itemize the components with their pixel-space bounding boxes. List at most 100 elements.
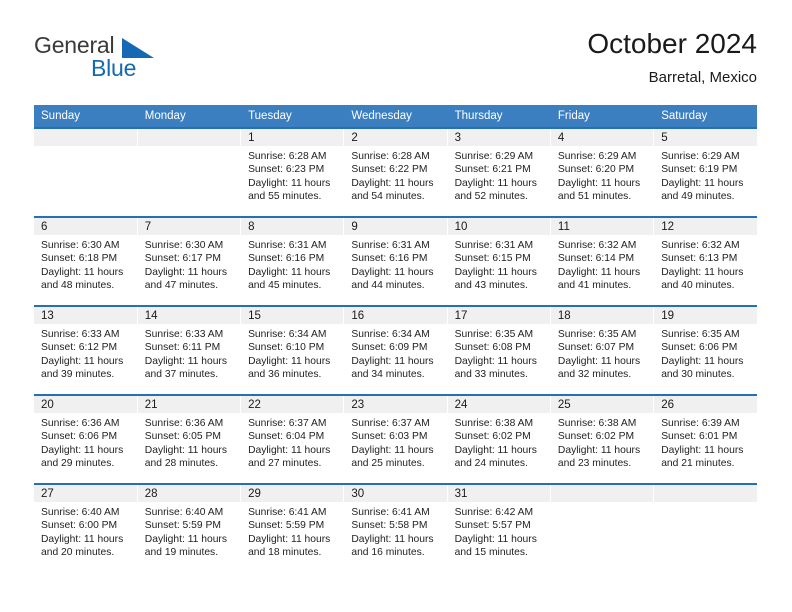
calendar-day-cell[interactable]: 24 Sunrise: 6:38 AM Sunset: 6:02 PM Dayligh… <box>447 394 551 484</box>
sunset-text: Sunset: 6:06 PM <box>661 342 738 354</box>
sunrise-text: Sunrise: 6:37 AM <box>351 418 430 429</box>
calendar-day-cell[interactable]: 27 Sunrise: 6:40 AM Sunset: 6:00 PM Dayligh… <box>34 483 138 573</box>
sunset-text: Sunset: 6:15 PM <box>454 253 531 265</box>
daylight-text-line1: Daylight: 11 hours <box>661 444 744 456</box>
calendar-day-cell[interactable]: 17 Sunrise: 6:35 AM Sunset: 6:08 PM Dayligh… <box>447 305 551 395</box>
day-number: 2 <box>344 129 447 146</box>
calendar-day-cell[interactable]: 10 Sunrise: 6:31 AM Sunset: 6:15 PM Dayligh… <box>447 216 551 306</box>
day-number: 25 <box>550 396 654 413</box>
calendar-day-cell[interactable]: 16 Sunrise: 6:34 AM Sunset: 6:09 PM Dayligh… <box>343 305 448 395</box>
day-number: 23 <box>344 396 447 413</box>
day-details: Sunrise: 6:30 AM Sunset: 6:18 PM Daylight:… <box>34 235 137 293</box>
calendar-day-cell[interactable]: 8 Sunrise: 6:31 AM Sunset: 6:16 PM Daylight… <box>240 216 345 306</box>
day-details: Sunrise: 6:41 AM Sunset: 5:59 PM Daylight:… <box>241 502 343 560</box>
day-number: 17 <box>447 307 550 324</box>
calendar-week-row: 27 Sunrise: 6:40 AM Sunset: 6:00 PM Dayligh… <box>34 483 757 573</box>
day-details: Sunrise: 6:32 AM Sunset: 6:13 PM Daylight:… <box>654 235 757 293</box>
daylight-text-line1: Daylight: 11 hours <box>144 266 228 278</box>
day-number: 19 <box>654 307 757 324</box>
calendar-day-cell[interactable]: 18 Sunrise: 6:35 AM Sunset: 6:07 PM Dayligh… <box>550 305 655 395</box>
calendar-day-cell[interactable]: 9 Sunrise: 6:31 AM Sunset: 6:16 PM Daylight… <box>343 216 448 306</box>
day-details: Sunrise: 6:28 AM Sunset: 6:22 PM Daylight:… <box>344 146 446 204</box>
calendar-day-cell[interactable]: 31 Sunrise: 6:42 AM Sunset: 5:57 PM Dayligh… <box>447 483 551 573</box>
daylight-text-line1: Daylight: 11 hours <box>454 355 537 367</box>
daylight-text-line1: Daylight: 11 hours <box>248 355 331 367</box>
daylight-text-line2: and 18 minutes. <box>248 547 322 559</box>
calendar-day-cell[interactable]: 29 Sunrise: 6:41 AM Sunset: 5:59 PM Dayligh… <box>240 483 345 573</box>
sunrise-text: Sunrise: 6:31 AM <box>248 240 327 251</box>
day-details: Sunrise: 6:34 AM Sunset: 6:10 PM Daylight:… <box>241 324 343 382</box>
sunset-text: Sunset: 5:57 PM <box>454 520 531 532</box>
day-details: Sunrise: 6:32 AM Sunset: 6:14 PM Daylight:… <box>551 235 653 293</box>
sunset-text: Sunset: 6:11 PM <box>144 342 221 354</box>
day-number: 4 <box>550 129 654 146</box>
daylight-text-line1: Daylight: 11 hours <box>454 533 537 545</box>
sunset-text: Sunset: 6:06 PM <box>41 431 118 443</box>
sunset-text: Sunset: 6:03 PM <box>351 431 428 443</box>
day-number: 6 <box>34 218 137 235</box>
calendar-day-cell[interactable]: 23 Sunrise: 6:37 AM Sunset: 6:03 PM Dayligh… <box>343 394 448 484</box>
daylight-text-line1: Daylight: 11 hours <box>351 533 434 545</box>
daylight-text-line1: Daylight: 11 hours <box>454 177 537 189</box>
calendar-day-cell[interactable]: 4 Sunrise: 6:29 AM Sunset: 6:20 PM Daylight… <box>550 127 655 217</box>
daylight-text-line1: Daylight: 11 hours <box>41 266 124 278</box>
day-number: 28 <box>137 485 241 502</box>
weekday-header-tuesday: Tuesday <box>240 105 345 128</box>
daylight-text-line1: Daylight: 11 hours <box>557 177 641 189</box>
daylight-text-line2: and 55 minutes. <box>248 191 322 203</box>
calendar-day-cell[interactable]: 2 Sunrise: 6:28 AM Sunset: 6:22 PM Daylight… <box>343 127 448 217</box>
day-number: 20 <box>34 396 137 413</box>
calendar-day-cell[interactable]: 5 Sunrise: 6:29 AM Sunset: 6:19 PM Daylight… <box>653 127 757 217</box>
day-details: Sunrise: 6:42 AM Sunset: 5:57 PM Daylight:… <box>448 502 550 560</box>
calendar-day-cell[interactable]: 21 Sunrise: 6:36 AM Sunset: 6:05 PM Dayligh… <box>137 394 242 484</box>
sunset-text: Sunset: 6:00 PM <box>41 520 118 532</box>
daylight-text-line2: and 43 minutes. <box>454 280 528 292</box>
day-details: Sunrise: 6:33 AM Sunset: 6:12 PM Daylight:… <box>34 324 137 382</box>
day-number: 31 <box>447 485 550 502</box>
calendar-day-cell[interactable]: 26 Sunrise: 6:39 AM Sunset: 6:01 PM Dayligh… <box>653 394 757 484</box>
calendar-day-cell[interactable]: 15 Sunrise: 6:34 AM Sunset: 6:10 PM Dayligh… <box>240 305 345 395</box>
sunrise-text: Sunrise: 6:31 AM <box>454 240 534 251</box>
sunrise-text: Sunrise: 6:40 AM <box>41 507 120 518</box>
day-number: 27 <box>34 485 137 502</box>
calendar-day-cell[interactable]: 30 Sunrise: 6:41 AM Sunset: 5:58 PM Dayligh… <box>343 483 448 573</box>
calendar-day-cell[interactable]: 6 Sunrise: 6:30 AM Sunset: 6:18 PM Daylight… <box>34 216 138 306</box>
sunrise-text: Sunrise: 6:41 AM <box>248 507 327 518</box>
sunrise-text: Sunrise: 6:35 AM <box>557 329 637 340</box>
calendar-table: Sunday Monday Tuesday Wednesday Thursday… <box>34 105 758 573</box>
day-number: 5 <box>654 129 757 146</box>
daylight-text-line2: and 51 minutes. <box>557 191 632 203</box>
daylight-text-line2: and 39 minutes. <box>41 369 115 381</box>
calendar-day-cell[interactable]: 20 Sunrise: 6:36 AM Sunset: 6:06 PM Dayligh… <box>34 394 138 484</box>
day-number <box>137 129 241 146</box>
sunrise-text: Sunrise: 6:32 AM <box>661 240 740 251</box>
calendar-day-cell[interactable]: 11 Sunrise: 6:32 AM Sunset: 6:14 PM Dayligh… <box>550 216 655 306</box>
calendar-day-cell[interactable]: 14 Sunrise: 6:33 AM Sunset: 6:11 PM Dayligh… <box>137 305 242 395</box>
calendar-day-cell[interactable]: 22 Sunrise: 6:37 AM Sunset: 6:04 PM Dayligh… <box>240 394 345 484</box>
day-number: 3 <box>447 129 550 146</box>
sunrise-text: Sunrise: 6:29 AM <box>661 151 740 162</box>
daylight-text-line1: Daylight: 11 hours <box>454 266 537 278</box>
day-details: Sunrise: 6:31 AM Sunset: 6:16 PM Daylight:… <box>344 235 446 293</box>
calendar-day-cell[interactable]: 1 Sunrise: 6:28 AM Sunset: 6:23 PM Daylight… <box>240 127 345 217</box>
day-details: Sunrise: 6:38 AM Sunset: 6:02 PM Daylight:… <box>551 413 653 471</box>
calendar-day-cell[interactable]: 7 Sunrise: 6:30 AM Sunset: 6:17 PM Daylight… <box>137 216 242 306</box>
sunrise-text: Sunrise: 6:34 AM <box>248 329 327 340</box>
daylight-text-line2: and 41 minutes. <box>557 280 632 292</box>
calendar-day-cell[interactable]: 13 Sunrise: 6:33 AM Sunset: 6:12 PM Dayligh… <box>34 305 138 395</box>
weekday-header-sunday: Sunday <box>34 105 138 128</box>
daylight-text-line2: and 47 minutes. <box>144 280 219 292</box>
calendar-header-row: Sunday Monday Tuesday Wednesday Thursday… <box>34 105 758 128</box>
sunset-text: Sunset: 6:14 PM <box>557 253 635 265</box>
weekday-header-friday: Friday <box>550 105 655 128</box>
calendar-day-cell[interactable]: 19 Sunrise: 6:35 AM Sunset: 6:06 PM Dayligh… <box>653 305 757 395</box>
day-details: Sunrise: 6:35 AM Sunset: 6:07 PM Daylight:… <box>551 324 653 382</box>
calendar-day-cell[interactable]: 12 Sunrise: 6:32 AM Sunset: 6:13 PM Dayligh… <box>653 216 757 306</box>
daylight-text-line2: and 54 minutes. <box>351 191 425 203</box>
calendar-day-cell[interactable]: 3 Sunrise: 6:29 AM Sunset: 6:21 PM Daylight… <box>447 127 551 217</box>
calendar-day-cell[interactable]: 25 Sunrise: 6:38 AM Sunset: 6:02 PM Dayligh… <box>550 394 655 484</box>
sunset-text: Sunset: 6:21 PM <box>454 164 531 176</box>
sunset-text: Sunset: 6:08 PM <box>454 342 531 354</box>
calendar-day-cell[interactable]: 28 Sunrise: 6:40 AM Sunset: 5:59 PM Dayligh… <box>137 483 242 573</box>
daylight-text-line2: and 37 minutes. <box>144 369 219 381</box>
